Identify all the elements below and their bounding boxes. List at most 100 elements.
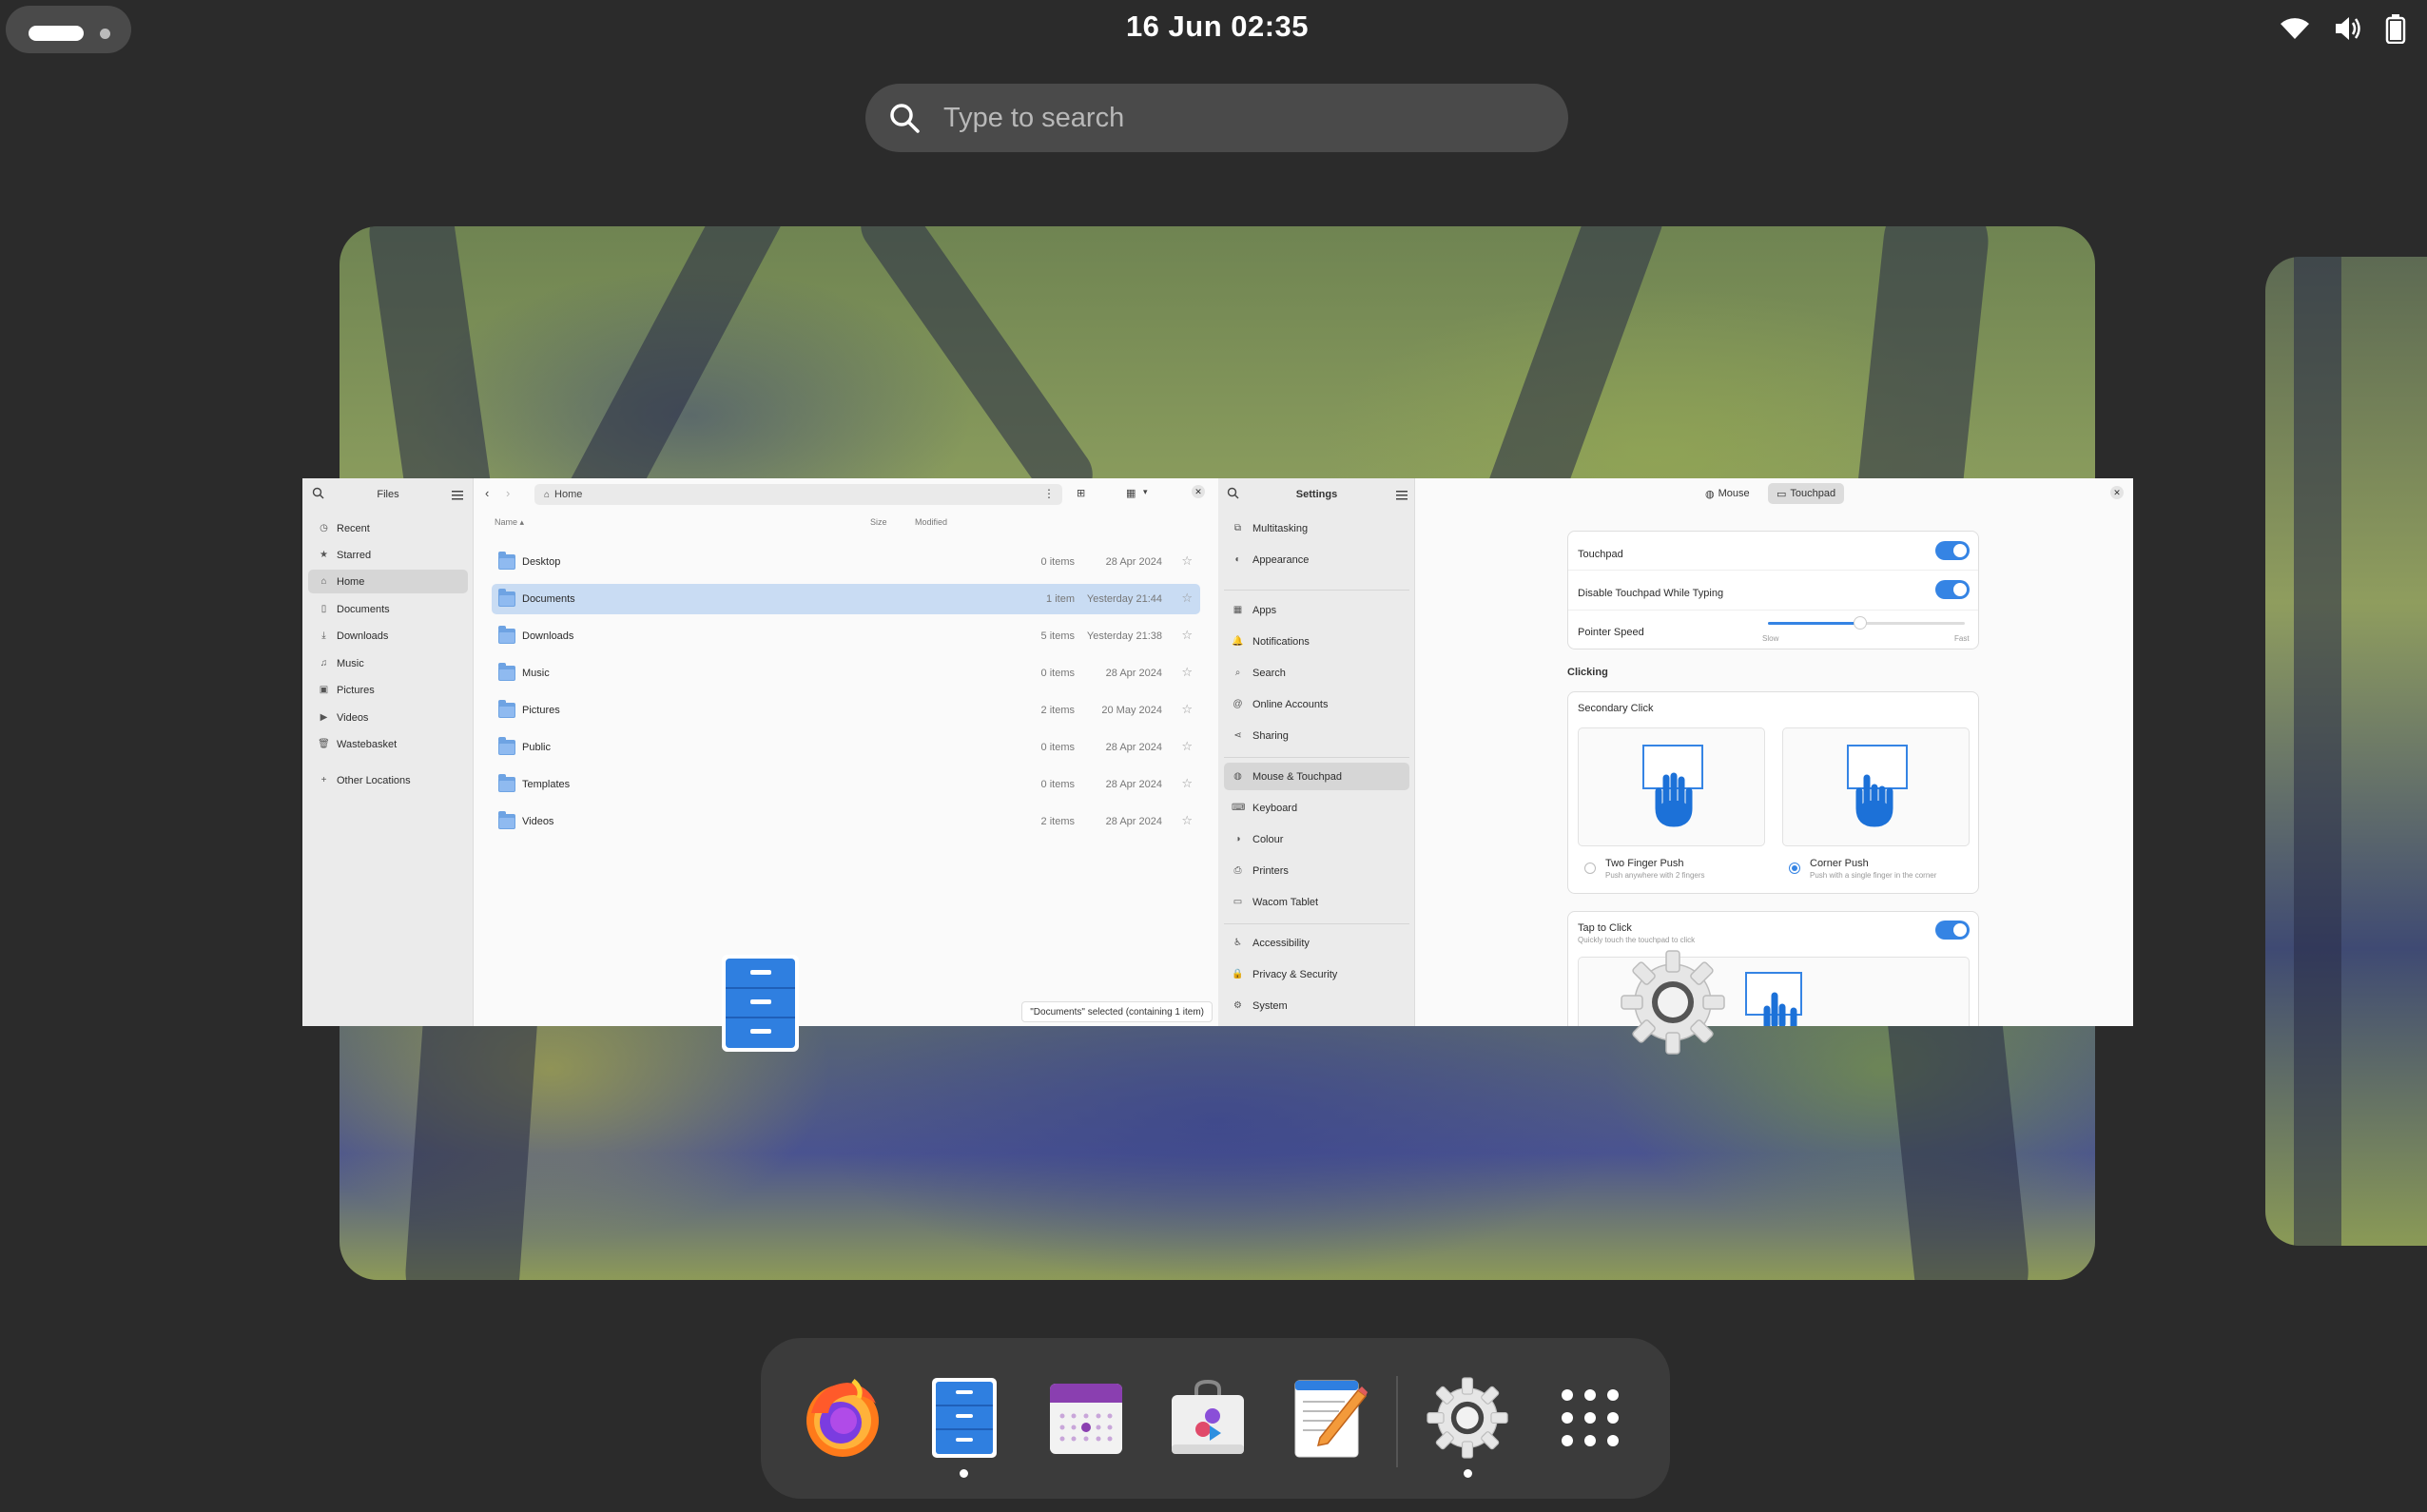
settings-item-notifications[interactable]: 🔔 Notifications — [1224, 628, 1409, 655]
settings-item-sharing[interactable]: ⋖ Sharing — [1224, 722, 1409, 749]
chevron-down-icon[interactable]: ▾ — [1143, 487, 1148, 497]
wifi-icon[interactable] — [2279, 16, 2311, 41]
activities-button[interactable] — [6, 6, 131, 53]
column-header-size[interactable]: Size — [870, 517, 887, 527]
sidebar-item-videos[interactable]: ▶ Videos — [308, 706, 468, 729]
dock-app-calendar[interactable] — [1042, 1374, 1130, 1462]
table-row[interactable]: Templates 0 items 28 Apr 2024 ☆ — [492, 769, 1200, 800]
dock-app-settings[interactable] — [1424, 1374, 1511, 1462]
firefox-icon — [806, 1379, 879, 1457]
corner-push-radio[interactable] — [1789, 863, 1800, 874]
settings-item-online-accounts[interactable]: @ Online Accounts — [1224, 690, 1409, 718]
back-button[interactable]: ‹ — [485, 486, 489, 500]
settings-window[interactable]: Settings ⧉ Multitasking ◐ Appearance ▦ Apps… — [1218, 478, 2133, 1026]
table-row[interactable]: Downloads 5 items Yesterday 21:38 ☆ — [492, 621, 1200, 651]
clock-icon: ◷ — [320, 523, 328, 533]
settings-item-search[interactable]: ⌕ Search — [1224, 659, 1409, 687]
sidebar-item-label: Home — [337, 575, 365, 588]
two-finger-push-option[interactable] — [1578, 727, 1765, 846]
row-size: 2 items — [1040, 705, 1075, 716]
sidebar-item-pictures[interactable]: ▣ Pictures — [308, 678, 468, 702]
table-row[interactable]: Public 0 items 28 Apr 2024 ☆ — [492, 732, 1200, 763]
kebab-menu-icon[interactable]: ⋮ — [1043, 487, 1055, 500]
star-icon[interactable]: ☆ — [1181, 665, 1193, 680]
clock[interactable]: 16 Jun 02:35 — [1046, 10, 1388, 44]
two-finger-push-radio[interactable] — [1584, 863, 1596, 874]
star-icon[interactable]: ☆ — [1181, 702, 1193, 717]
search-input[interactable] — [943, 97, 1533, 139]
touchpad-switch[interactable] — [1935, 541, 1970, 560]
sidebar-item-music[interactable]: ♫ Music — [308, 651, 468, 675]
star-icon[interactable]: ☆ — [1181, 739, 1193, 754]
sidebar-item-wastebasket[interactable]: 🗑 Wastebasket — [308, 732, 468, 756]
folder-icon — [498, 552, 515, 570]
column-header-modified[interactable]: Modified — [915, 517, 947, 527]
dock-app-software[interactable] — [1164, 1374, 1252, 1462]
sidebar-item-other-locations[interactable]: + Other Locations — [308, 768, 468, 792]
settings-item-label: Printers — [1252, 864, 1289, 877]
star-icon[interactable]: ☆ — [1181, 813, 1193, 828]
pointer-speed-slider[interactable] — [1768, 616, 1965, 630]
disable-while-typing-switch[interactable] — [1935, 580, 1970, 599]
column-header-name[interactable]: Name ▴ — [495, 517, 524, 528]
files-window[interactable]: Files ◷ Recent ★ Starred ⌂ Home ▯ Documents … — [302, 478, 1218, 1026]
path-bar[interactable]: ⌂ Home ⋮ — [534, 484, 1062, 505]
text-editor-icon — [1294, 1380, 1368, 1458]
settings-item-label: Mouse & Touchpad — [1252, 770, 1342, 783]
system-tray[interactable] — [2279, 13, 2406, 44]
bell-icon: 🔔 — [1232, 636, 1244, 647]
hamburger-menu-icon[interactable] — [1396, 488, 1408, 505]
star-icon[interactable]: ☆ — [1181, 553, 1193, 569]
star-icon[interactable]: ☆ — [1181, 776, 1193, 791]
settings-item-privacy-security[interactable]: 🔒 Privacy & Security — [1224, 960, 1409, 988]
sidebar-item-downloads[interactable]: ⤓ Downloads — [308, 624, 468, 648]
next-workspace-thumbnail[interactable] — [2265, 257, 2427, 1246]
star-icon[interactable]: ☆ — [1181, 591, 1193, 606]
grid-view-icon[interactable]: ▦ — [1126, 487, 1136, 499]
sidebar-item-documents[interactable]: ▯ Documents — [308, 597, 468, 621]
tab-mouse[interactable]: ◍ Mouse — [1697, 483, 1758, 504]
files-icon — [932, 1378, 997, 1458]
close-icon[interactable]: ✕ — [2110, 486, 2124, 499]
table-row[interactable]: Music 0 items 28 Apr 2024 ☆ — [492, 658, 1200, 688]
sidebar-item-starred[interactable]: ★ Starred — [308, 543, 468, 567]
corner-push-option[interactable] — [1782, 727, 1970, 846]
tap-to-click-switch[interactable] — [1935, 921, 1970, 940]
row-modified: 28 Apr 2024 — [1105, 742, 1162, 753]
settings-item-mouse-touchpad[interactable]: ◍ Mouse & Touchpad — [1224, 763, 1409, 790]
running-indicator — [960, 1469, 968, 1478]
tab-label: Mouse — [1718, 488, 1750, 499]
settings-item-keyboard[interactable]: ⌨ Keyboard — [1224, 794, 1409, 822]
volume-icon[interactable] — [2334, 15, 2362, 42]
sidebar-item-recent[interactable]: ◷ Recent — [308, 516, 468, 540]
pointer-speed-knob[interactable] — [1854, 616, 1868, 630]
tab-touchpad[interactable]: ▭ Touchpad — [1768, 483, 1845, 504]
download-icon: ⤓ — [321, 630, 326, 641]
dock-app-text-editor[interactable] — [1286, 1374, 1373, 1462]
settings-item-multitasking[interactable]: ⧉ Multitasking — [1224, 514, 1409, 542]
settings-item-system[interactable]: ⚙ System — [1224, 992, 1409, 1019]
table-row[interactable]: Pictures 2 items 20 May 2024 ☆ — [492, 695, 1200, 726]
sidebar-item-home[interactable]: ⌂ Home — [308, 570, 468, 593]
settings-item-colour[interactable]: ◑ Colour — [1224, 825, 1409, 853]
dock-app-files[interactable] — [921, 1374, 1008, 1462]
hamburger-menu-icon[interactable] — [452, 488, 463, 505]
dock-show-apps-button[interactable] — [1546, 1374, 1634, 1462]
dock-app-firefox[interactable] — [799, 1374, 886, 1462]
table-row[interactable]: Documents 1 item Yesterday 21:44 ☆ — [492, 584, 1200, 614]
battery-icon[interactable] — [2385, 13, 2406, 44]
close-icon[interactable]: ✕ — [1192, 485, 1205, 498]
new-folder-icon[interactable]: ⊞ — [1077, 487, 1085, 499]
overview-search[interactable] — [865, 84, 1568, 152]
star-icon[interactable]: ☆ — [1181, 628, 1193, 643]
forward-button[interactable]: › — [506, 486, 510, 500]
table-row[interactable]: Videos 2 items 28 Apr 2024 ☆ — [492, 806, 1200, 837]
settings-item-apps[interactable]: ▦ Apps — [1224, 596, 1409, 624]
divider — [1224, 757, 1409, 758]
table-row[interactable]: Desktop 0 items 28 Apr 2024 ☆ — [492, 547, 1200, 577]
settings-item-appearance[interactable]: ◐ Appearance — [1224, 546, 1409, 573]
settings-item-accessibility[interactable]: ♿ Accessibility — [1224, 929, 1409, 957]
divider — [1224, 923, 1409, 924]
settings-item-wacom-tablet[interactable]: ▭ Wacom Tablet — [1224, 888, 1409, 916]
settings-item-printers[interactable]: ⎙ Printers — [1224, 857, 1409, 884]
